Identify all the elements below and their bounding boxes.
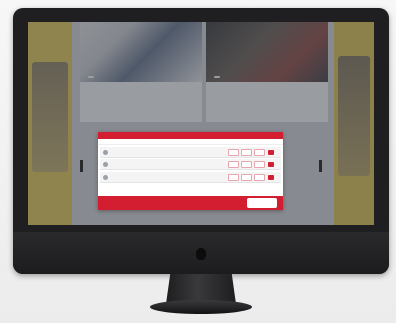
betting-odds-modal bbox=[98, 132, 283, 210]
apple-logo-icon bbox=[196, 248, 206, 260]
imac-stand-foot bbox=[150, 300, 252, 314]
product-scene bbox=[0, 0, 396, 323]
odds-away-button[interactable] bbox=[254, 148, 265, 156]
team-crest-icon bbox=[103, 174, 108, 180]
match-row[interactable] bbox=[100, 171, 281, 183]
sports-news-website bbox=[28, 22, 374, 225]
odds-home-button[interactable] bbox=[228, 148, 239, 156]
match-row[interactable] bbox=[100, 159, 281, 170]
odds-away-button[interactable] bbox=[254, 161, 265, 168]
bet-slip-icon[interactable] bbox=[268, 174, 274, 180]
team-crest-icon bbox=[103, 149, 108, 155]
bet-slip-icon[interactable] bbox=[268, 149, 274, 155]
modal-subtitle bbox=[98, 139, 283, 145]
match-row[interactable] bbox=[100, 146, 281, 158]
carousel-prev-icon[interactable] bbox=[80, 160, 83, 172]
odds-home-button[interactable] bbox=[228, 161, 239, 168]
modal-title bbox=[98, 132, 283, 139]
odds-draw-button[interactable] bbox=[241, 148, 252, 156]
carousel-next-icon[interactable] bbox=[319, 160, 322, 172]
odds-away-button[interactable] bbox=[254, 173, 265, 181]
modal-footer bbox=[98, 196, 283, 210]
team-crest-icon bbox=[103, 162, 108, 167]
screen bbox=[28, 22, 374, 225]
odds-draw-button[interactable] bbox=[241, 161, 252, 168]
bet-slip-icon[interactable] bbox=[268, 162, 274, 167]
odds-home-button[interactable] bbox=[228, 173, 239, 181]
odds-draw-button[interactable] bbox=[241, 173, 252, 181]
sponsor-logo[interactable] bbox=[247, 198, 277, 208]
